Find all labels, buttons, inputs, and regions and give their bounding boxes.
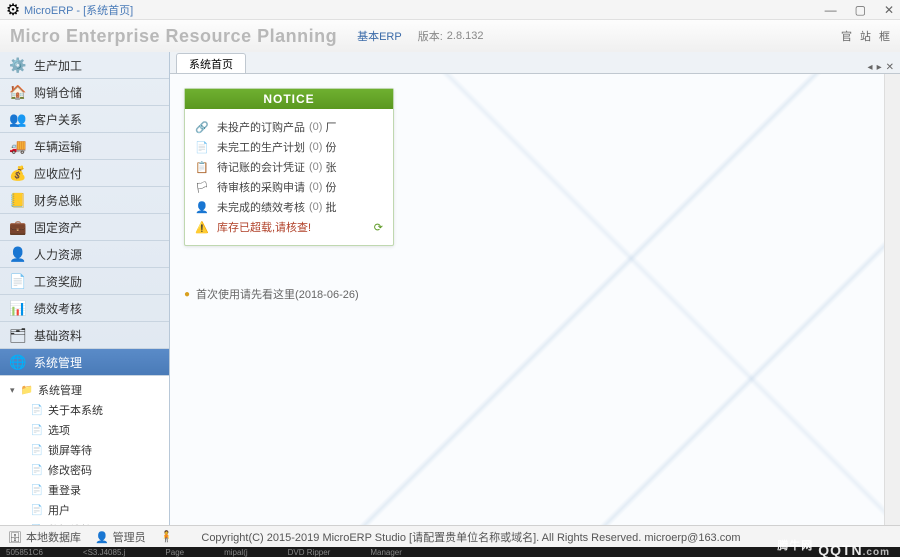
link-icon: 🔗 <box>195 121 211 134</box>
content-area: 系统首页 ◂ ▸ ✕ NOTICE 🔗未投产的订购产品(0) 厂 📄未完工的生产… <box>170 52 900 525</box>
money-icon: 💰 <box>8 163 28 183</box>
tree-relogin[interactable]: 📄重登录 <box>0 480 169 500</box>
nav-purchase-sales[interactable]: 🏠购销仓储 <box>0 79 169 106</box>
folder-icon: 📁 <box>20 383 34 397</box>
tree-datamaint[interactable]: 📄数据维护 <box>0 520 169 525</box>
notice-panel: NOTICE 🔗未投产的订购产品(0) 厂 📄未完工的生产计划(0) 份 📋待记… <box>184 88 394 246</box>
notice-row[interactable]: 🔗未投产的订购产品(0) 厂 <box>195 117 383 137</box>
folder-icon: 🗂 <box>8 325 28 345</box>
nav-hr[interactable]: 👤人力资源 <box>0 241 169 268</box>
globe-icon: 🌐 <box>8 352 28 372</box>
users-icon: 👥 <box>8 109 28 129</box>
version-label: 版本: <box>418 28 443 44</box>
tb-1: 505851C6 <box>6 548 43 557</box>
header: Micro Enterprise Resource Planning 基本ERP… <box>0 20 900 52</box>
maximize-button[interactable]: ▢ <box>855 3 866 17</box>
sidebar-tree: ▾📁系统管理 📄关于本系统 📄选项 📄锁屏等待 📄修改密码 📄重登录 📄用户 📄… <box>0 376 169 525</box>
tb-3: Page <box>165 548 184 557</box>
header-link-3[interactable]: 框 <box>879 28 890 44</box>
first-use-link[interactable]: ● 首次使用请先看这里(2018-06-26) <box>184 286 886 302</box>
notice-row[interactable]: 🏳待审核的采购申请(0) 份 <box>195 177 383 197</box>
tree-options[interactable]: 📄选项 <box>0 420 169 440</box>
tab-home[interactable]: 系统首页 <box>176 53 246 73</box>
person-icon: 👤 <box>195 201 211 214</box>
ledger-icon: 📒 <box>8 190 28 210</box>
tab-strip: 系统首页 ◂ ▸ ✕ <box>170 52 900 74</box>
watermark: 腾牛网 QQTN.com <box>777 542 890 559</box>
notice-row-warning[interactable]: ⚠️库存已超载,请核查!⟳ <box>195 217 383 237</box>
status-user: 👤管理员 <box>95 529 146 545</box>
tab-prev-button[interactable]: ◂ <box>868 62 873 73</box>
doc-icon: 📄 <box>30 483 44 497</box>
tree-lock[interactable]: 📄锁屏等待 <box>0 440 169 460</box>
chart-icon: 📊 <box>8 298 28 318</box>
house-icon: 🏠 <box>8 82 28 102</box>
status-db: 🗄本地数据库 <box>8 529 81 545</box>
nav-crm[interactable]: 👥客户关系 <box>0 106 169 133</box>
person-icon: 👤 <box>8 244 28 264</box>
tb-2: <S3.J4085.j <box>83 548 125 557</box>
doc-icon: 📄 <box>30 503 44 517</box>
app-icon: ⚙ <box>6 3 20 17</box>
header-link-2[interactable]: 站 <box>860 28 871 44</box>
flag-icon: 🏳 <box>195 181 211 194</box>
notice-row[interactable]: 📋待记账的会计凭证(0) 张 <box>195 157 383 177</box>
tree-root[interactable]: ▾📁系统管理 <box>0 380 169 400</box>
tab-next-button[interactable]: ▸ <box>877 62 882 73</box>
nav-payable[interactable]: 💰应收应付 <box>0 160 169 187</box>
product-name: Micro Enterprise Resource Planning <box>10 26 337 47</box>
nav-vehicle[interactable]: 🚚车辆运输 <box>0 133 169 160</box>
user-icon: 👤 <box>95 532 109 544</box>
tree-about[interactable]: 📄关于本系统 <box>0 400 169 420</box>
window-title: MicroERP - [系统首页] <box>24 2 133 18</box>
nav-finance[interactable]: 📒财务总账 <box>0 187 169 214</box>
doc-icon: 📄 <box>30 423 44 437</box>
doc-icon: 📄 <box>30 523 44 525</box>
nav-system[interactable]: 🌐系统管理 <box>0 349 169 376</box>
database-icon: 🗄 <box>8 532 22 544</box>
doc-icon: 📄 <box>30 443 44 457</box>
notice-row[interactable]: 👤未完成的绩效考核(0) 批 <box>195 197 383 217</box>
taskbar-strip: 505851C6 <S3.J4085.j Page mipal(j DVD Ri… <box>0 547 900 557</box>
nav-production[interactable]: ⚙️生产加工 <box>0 52 169 79</box>
briefcase-icon: 💼 <box>8 217 28 237</box>
tree-user[interactable]: 📄用户 <box>0 500 169 520</box>
truck-icon: 🚚 <box>8 136 28 156</box>
doc-icon: 📄 <box>8 271 28 291</box>
notice-title: NOTICE <box>185 89 393 109</box>
tb-5: DVD Ripper <box>288 548 331 557</box>
title-bar: ⚙ MicroERP - [系统首页] — ▢ ✕ <box>0 0 900 20</box>
tree-password[interactable]: 📄修改密码 <box>0 460 169 480</box>
edition-label: 基本ERP <box>357 28 402 44</box>
bullet-icon: ● <box>184 289 190 300</box>
tb-6: Manager <box>370 548 402 557</box>
nav-assets[interactable]: 💼固定资产 <box>0 214 169 241</box>
notice-row[interactable]: 📄未完工的生产计划(0) 份 <box>195 137 383 157</box>
status-help-icon[interactable]: 🧍 <box>160 530 174 543</box>
minimize-button[interactable]: — <box>825 3 837 17</box>
nav-performance[interactable]: 📊绩效考核 <box>0 295 169 322</box>
warning-icon: ⚠️ <box>195 221 211 234</box>
status-bar: 🗄本地数据库 👤管理员 🧍 Copyright(C) 2015-2019 Mic… <box>0 525 900 547</box>
header-link-1[interactable]: 官 <box>841 28 852 44</box>
doc-icon: 📄 <box>195 141 211 154</box>
doc-icon: 📄 <box>30 463 44 477</box>
tab-close-button[interactable]: ✕ <box>886 62 894 73</box>
tb-4: mipal(j <box>224 548 248 557</box>
close-button[interactable]: ✕ <box>884 3 894 17</box>
clipboard-icon: 📋 <box>195 161 211 174</box>
version-value: 2.8.132 <box>447 30 484 42</box>
nav-basedata[interactable]: 🗂基础资料 <box>0 322 169 349</box>
doc-icon: 📄 <box>30 403 44 417</box>
gear-icon: ⚙️ <box>8 55 28 75</box>
refresh-icon[interactable]: ⟳ <box>374 221 383 234</box>
sidebar: ⚙️生产加工 🏠购销仓储 👥客户关系 🚚车辆运输 💰应收应付 📒财务总账 💼固定… <box>0 52 170 525</box>
nav-salary[interactable]: 📄工资奖励 <box>0 268 169 295</box>
